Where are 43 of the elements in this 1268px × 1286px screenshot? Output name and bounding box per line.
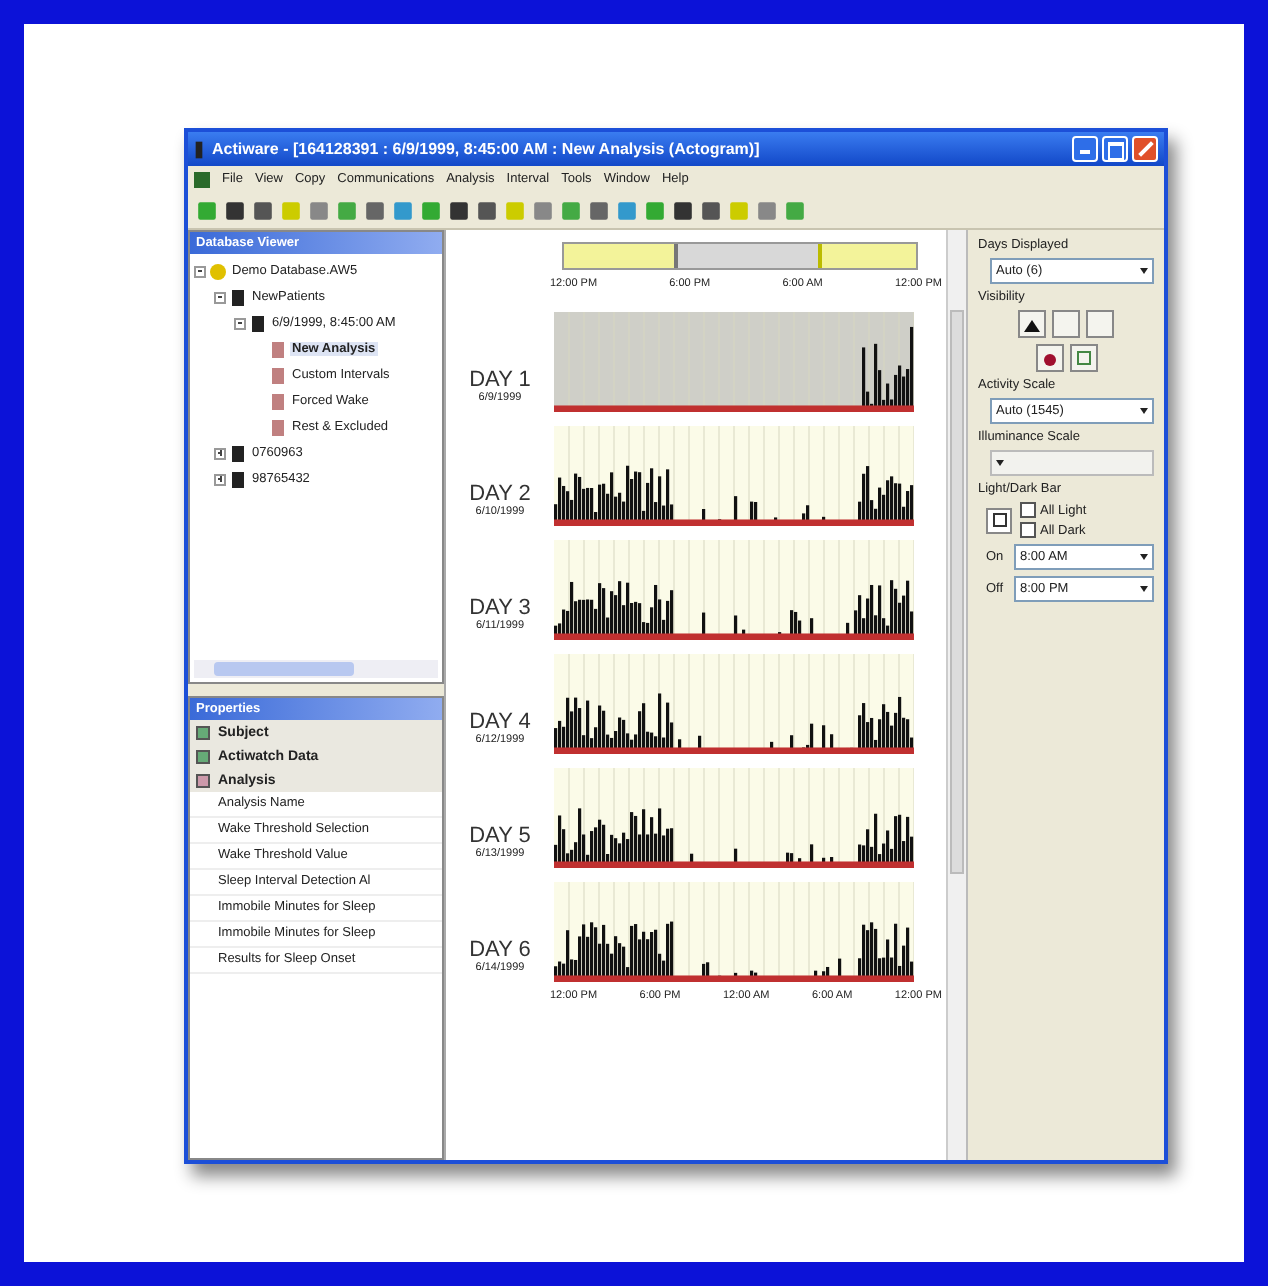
expand-toggle[interactable]	[194, 265, 206, 277]
vertical-scrollbar[interactable]	[946, 230, 966, 1160]
section-toggle[interactable]	[196, 773, 210, 787]
expand-toggle[interactable]	[214, 473, 226, 485]
close-button[interactable]	[1132, 136, 1158, 162]
expand-toggle[interactable]	[214, 291, 226, 303]
section-toggle[interactable]	[196, 725, 210, 739]
marker-toggle-button[interactable]	[1086, 310, 1114, 338]
toolbar-icon[interactable]	[672, 199, 694, 221]
toolbar-icon[interactable]	[224, 199, 246, 221]
mountain-icon	[1024, 316, 1040, 332]
toolbar-icon[interactable]	[588, 199, 610, 221]
section-toggle[interactable]	[196, 749, 210, 763]
database-icon	[210, 261, 226, 281]
grid-toggle-button[interactable]	[1069, 344, 1097, 372]
day-label: DAY 4	[469, 710, 531, 734]
toolbar-icon[interactable]	[448, 199, 470, 221]
app-icon	[194, 139, 204, 159]
toolbar-icon[interactable]	[252, 199, 274, 221]
square-icon	[1075, 350, 1091, 366]
toolbar-icon[interactable]	[364, 199, 386, 221]
document-icon	[194, 171, 210, 187]
expand-toggle[interactable]	[214, 447, 226, 459]
maximize-button[interactable]	[1102, 136, 1128, 162]
toolbar-icon[interactable]	[700, 199, 722, 221]
day-label: DAY 3	[469, 596, 531, 620]
color-toggle-button[interactable]	[1035, 344, 1063, 372]
day-label: DAY 6	[469, 938, 531, 962]
minimize-button[interactable]	[1072, 136, 1098, 162]
checkbox[interactable]	[1020, 522, 1036, 538]
expand-toggle[interactable]	[234, 317, 246, 329]
dot-icon	[1041, 350, 1057, 366]
activity-toggle-button[interactable]	[1018, 310, 1046, 338]
square-icon	[991, 512, 1007, 528]
light-dark-button[interactable]	[986, 507, 1012, 533]
horizontal-scrollbar[interactable]	[194, 660, 438, 678]
light-toggle-button[interactable]	[1052, 310, 1080, 338]
window-title: Actiware - [164128391 : 6/9/1999, 8:45:00 AM : New Analysis (Actogram)]	[212, 140, 762, 158]
checkbox[interactable]	[1020, 502, 1036, 518]
day-label: DAY 1	[469, 368, 531, 392]
toolbar-icon[interactable]	[476, 199, 498, 221]
day-label: DAY 2	[469, 482, 531, 506]
day-label: DAY 5	[469, 824, 531, 848]
